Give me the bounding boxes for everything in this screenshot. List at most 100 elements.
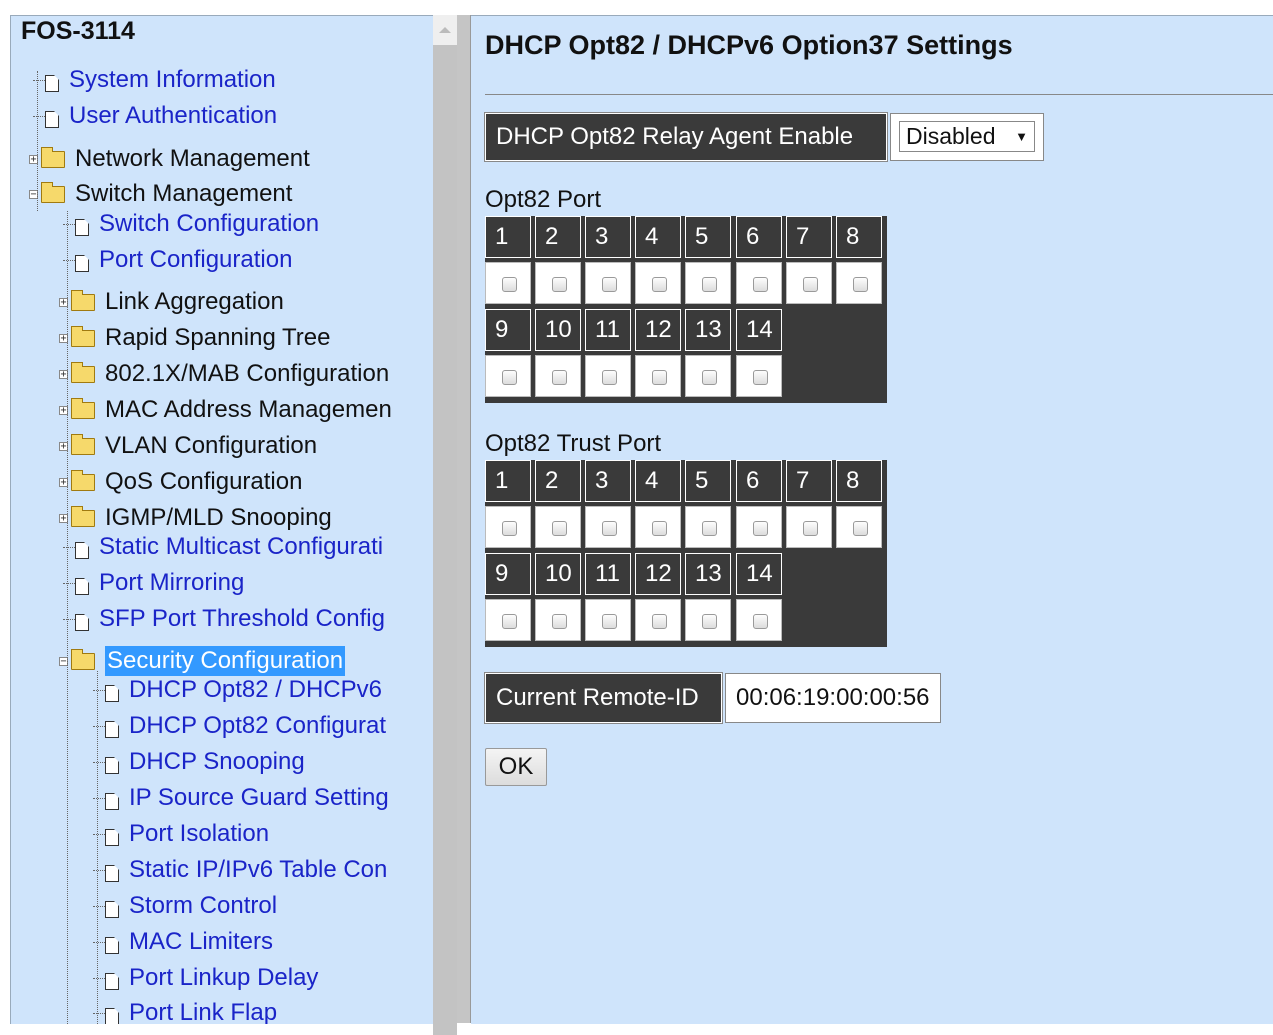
trust-port-checkbox-4[interactable] (652, 521, 667, 536)
trust-port-checkbox-12[interactable] (652, 614, 667, 629)
tree-item-port-link-flap[interactable]: Port Link Flap (93, 998, 277, 1024)
tree-item-vlan-configuration[interactable]: + VLAN Configuration (59, 431, 317, 461)
tree-item-dhcp-opt82-dhcpv6[interactable]: DHCP Opt82 / DHCPv6 (93, 675, 382, 705)
trust-port-cell-3 (585, 506, 631, 548)
tree-item-switch-management[interactable]: − Switch Management (29, 179, 292, 209)
tree-item-mac-address-managemen[interactable]: + MAC Address Managemen (59, 395, 392, 425)
opt82-port-checkbox-5[interactable] (702, 277, 717, 292)
opt82-port-checkbox-6[interactable] (753, 277, 768, 292)
trust-port-checkbox-6[interactable] (753, 521, 768, 536)
page-icon (105, 972, 119, 990)
ok-button[interactable]: OK (485, 748, 547, 786)
tree-connector (93, 905, 105, 907)
tree-item-port-linkup-delay[interactable]: Port Linkup Delay (93, 963, 318, 993)
tree-item-port-isolation[interactable]: Port Isolation (93, 819, 269, 849)
trust-port-checkbox-11[interactable] (602, 614, 617, 629)
trust-port-checkbox-3[interactable] (602, 521, 617, 536)
tree-item-label: Port Isolation (129, 820, 270, 847)
tree-item-static-ip-ipv6-table-con[interactable]: Static IP/IPv6 Table Con (93, 855, 387, 885)
tree-connector (63, 618, 75, 620)
opt82-port-checkbox-2[interactable] (552, 277, 567, 292)
tree-item-storm-control[interactable]: Storm Control (93, 891, 277, 921)
dropdown-arrow-icon: ▼ (1015, 129, 1028, 144)
tree-item-label: System Information (69, 66, 276, 93)
tree-connector (93, 761, 105, 763)
folder-icon (71, 325, 95, 347)
open-folder-icon (41, 181, 65, 203)
opt82-port-checkbox-9[interactable] (502, 370, 517, 385)
scrollbar-thumb[interactable] (433, 45, 457, 1035)
opt82-port-checkbox-7[interactable] (803, 277, 818, 292)
tree-connector (93, 797, 105, 799)
page-icon (105, 792, 119, 810)
opt82-port-checkbox-13[interactable] (702, 370, 717, 385)
opt82-port-cell-11 (585, 355, 631, 397)
tree-item-label: Port Mirroring (99, 569, 245, 596)
tree-item-mac-limiters[interactable]: MAC Limiters (93, 927, 273, 957)
tree-item-network-management[interactable]: + Network Management (29, 144, 310, 174)
tree-item-link-aggregation[interactable]: + Link Aggregation (59, 287, 284, 317)
tree-item-rapid-spanning-tree[interactable]: + Rapid Spanning Tree (59, 323, 331, 353)
tree-item-port-mirroring[interactable]: Port Mirroring (63, 568, 244, 598)
scroll-up-arrow-icon[interactable] (439, 27, 451, 33)
opt82-port-header-4: 4 (635, 216, 681, 258)
opt82-port-checkbox-1[interactable] (502, 277, 517, 292)
page-icon (75, 218, 89, 236)
tree-item-qos-configuration[interactable]: + QoS Configuration (59, 467, 302, 497)
tree-item-system-information[interactable]: System Information (33, 65, 276, 95)
trust-port-checkbox-5[interactable] (702, 521, 717, 536)
page-icon (75, 577, 89, 595)
remote-id-value: 00:06:19:00:00:56 (725, 673, 941, 723)
page-icon (105, 1007, 119, 1024)
opt82-port-cell-10 (535, 355, 581, 397)
trust-port-checkbox-14[interactable] (753, 614, 768, 629)
tree-item-user-authentication[interactable]: User Authentication (33, 101, 277, 131)
relay-agent-select[interactable]: Disabled ▼ (899, 121, 1035, 152)
trust-port-header-7: 7 (786, 460, 832, 502)
trust-port-header-11: 11 (585, 553, 631, 595)
tree-item-security-configuration[interactable]: − Security Configuration (59, 646, 346, 676)
tree-item-label: Static Multicast Configurati (99, 533, 384, 560)
remote-id-label: Current Remote-ID (484, 672, 723, 724)
tree-item-static-multicast-configurati[interactable]: Static Multicast Configurati (63, 532, 383, 562)
trust-port-checkbox-8[interactable] (853, 521, 868, 536)
tree-item-label: Switch Configuration (99, 210, 320, 237)
tree-item-igmp-mld-snooping[interactable]: + IGMP/MLD Snooping (59, 503, 332, 533)
opt82-port-checkbox-4[interactable] (652, 277, 667, 292)
tree-item-label: Port Configuration (99, 246, 293, 273)
opt82-port-checkbox-14[interactable] (753, 370, 768, 385)
tree-item-sfp-port-threshold-config[interactable]: SFP Port Threshold Config (63, 604, 385, 634)
opt82-port-checkbox-10[interactable] (552, 370, 567, 385)
tree-guide-line (97, 671, 98, 1024)
tree-item-label: Security Configuration (105, 646, 346, 676)
trust-port-checkbox-10[interactable] (552, 614, 567, 629)
tree-item-label: IGMP/MLD Snooping (105, 504, 332, 531)
tree-item-label: Port Link Flap (129, 999, 278, 1024)
trust-port-checkbox-7[interactable] (803, 521, 818, 536)
tree-item-port-configuration[interactable]: Port Configuration (63, 245, 292, 275)
opt82-port-checkbox-8[interactable] (853, 277, 868, 292)
tree-item-label: Rapid Spanning Tree (105, 324, 331, 351)
tree-item-label: MAC Address Managemen (105, 396, 392, 423)
frame-divider[interactable] (457, 15, 471, 1023)
trust-port-checkbox-1[interactable] (502, 521, 517, 536)
trust-port-checkbox-2[interactable] (552, 521, 567, 536)
tree-item-802-1x-mab-configuration[interactable]: +802.1X/MAB Configuration (59, 359, 389, 389)
opt82-port-cell-3 (585, 262, 631, 304)
tree-item-switch-configuration[interactable]: Switch Configuration (63, 209, 319, 239)
trust-port-checkbox-13[interactable] (702, 614, 717, 629)
opt82-port-checkbox-11[interactable] (602, 370, 617, 385)
sidebar-scrollbar[interactable] (433, 15, 457, 1035)
page-icon (105, 684, 119, 702)
tree-item-dhcp-opt82-configurat[interactable]: DHCP Opt82 Configurat (93, 711, 386, 741)
page-icon (105, 720, 119, 738)
tree-item-dhcp-snooping[interactable]: DHCP Snooping (93, 747, 305, 777)
tree-item-label: Static IP/IPv6 Table Con (129, 856, 388, 883)
opt82-port-checkbox-3[interactable] (602, 277, 617, 292)
opt82-port-cell-7 (786, 262, 832, 304)
opt82-port-checkbox-12[interactable] (652, 370, 667, 385)
trust-port-header-14: 14 (736, 553, 782, 595)
tree-item-ip-source-guard-setting[interactable]: IP Source Guard Setting (93, 783, 389, 813)
page-icon (105, 864, 119, 882)
trust-port-checkbox-9[interactable] (502, 614, 517, 629)
